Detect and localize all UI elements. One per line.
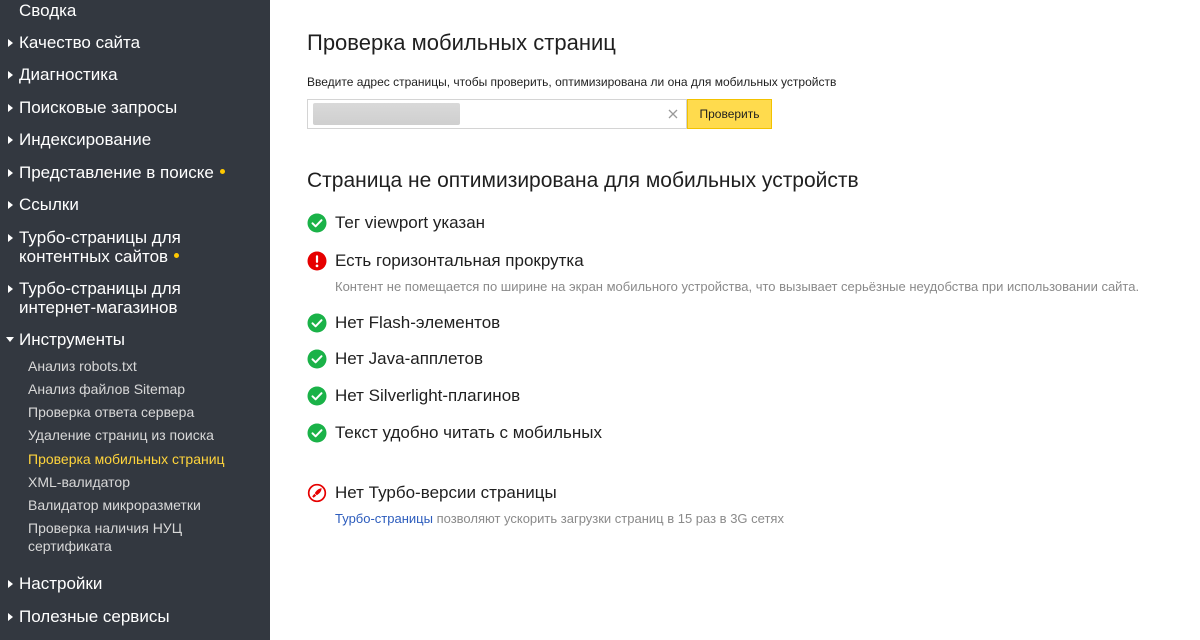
check-label: Текст удобно читать с мобильных (335, 423, 603, 442)
result-title: Страница не оптимизирована для мобильных… (307, 169, 859, 192)
turbo-pages-link[interactable]: Турбо-страницы (335, 511, 433, 526)
url-input[interactable] (312, 103, 662, 125)
sidebar-item-label: Качество сайта (19, 33, 141, 52)
sidebar-item-indexing[interactable]: Индексирование (0, 130, 270, 149)
sidebar-subitem-label-line2: сертификата (28, 538, 112, 554)
sidebar-item-label-line1: Турбо-страницы для (19, 279, 181, 298)
check-label: Тег viewport указан (335, 213, 486, 232)
sidebar-item-settings[interactable]: Настройки (0, 574, 270, 593)
check-circle-icon (307, 386, 327, 406)
sidebar-item-search-appearance[interactable]: Представление в поиске (0, 163, 270, 182)
check-circle-icon (307, 313, 327, 333)
sidebar-item-label-line2: контентных сайтов (19, 247, 169, 266)
check-label: Нет Flash-элементов (335, 313, 501, 332)
notification-dot (174, 253, 180, 259)
sidebar-item-useful-services[interactable]: Полезные сервисы (0, 607, 270, 626)
chevron-right-icon (8, 201, 13, 209)
check-button[interactable]: Проверить (687, 99, 772, 129)
clear-icon[interactable] (665, 106, 681, 122)
turbo-description-text: позволяют ускорить загрузки страниц в 15… (432, 511, 784, 526)
chevron-right-icon (8, 39, 13, 47)
sidebar-item-label: Представление в поиске (19, 163, 214, 182)
sidebar-item-site-quality[interactable]: Качество сайта (0, 33, 270, 52)
chevron-right-icon (8, 285, 13, 293)
sidebar-subitem-label-line1: Проверка наличия НУЦ (28, 520, 183, 536)
sidebar-item-links[interactable]: Ссылки (0, 195, 270, 214)
sidebar-item-label: Поисковые запросы (19, 98, 178, 117)
check-label: Нет Silverlight-плагинов (335, 386, 521, 405)
url-field[interactable] (307, 99, 687, 129)
turbo-description: Турбо-страницы позволяют ускорить загруз… (335, 511, 784, 526)
check-circle-icon (307, 349, 327, 369)
chevron-right-icon (8, 169, 13, 177)
chevron-right-icon (8, 234, 13, 242)
sidebar-item-summary[interactable]: Сводка (0, 1, 270, 20)
chevron-down-icon (6, 337, 14, 342)
sidebar-subitem-markup-validator[interactable]: Валидатор микроразметки (28, 496, 258, 514)
notification-dot (219, 169, 225, 175)
chevron-right-icon (8, 613, 13, 621)
chevron-right-icon (8, 71, 13, 79)
chevron-right-icon (8, 580, 13, 588)
sidebar-item-label-line2: интернет-магазинов (19, 298, 178, 317)
check-label: Нет Java-апплетов (335, 349, 484, 368)
main-content: Проверка мобильных страниц Введите адрес… (270, 0, 1200, 640)
sidebar-item-tools[interactable]: Инструменты (0, 330, 270, 349)
check-description: Контент не помещается по ширине на экран… (335, 279, 1140, 294)
check-label: Нет Турбо-версии страницы (335, 483, 557, 502)
sidebar-subitem-nuc-certificate[interactable]: Проверка наличия НУЦ сертификата (28, 519, 258, 555)
sidebar-subitem-remove-pages[interactable]: Удаление страниц из поиска (28, 426, 258, 444)
chevron-right-icon (8, 136, 13, 144)
sidebar-subitem-server-response[interactable]: Проверка ответа сервера (28, 403, 258, 421)
sidebar: Сводка Качество сайта Диагностика Поиско… (0, 0, 270, 640)
sidebar-subitem-sitemap-analysis[interactable]: Анализ файлов Sitemap (28, 380, 258, 398)
page-title: Проверка мобильных страниц (307, 30, 616, 55)
sidebar-item-turbo-content[interactable]: Турбо-страницы для контентных сайтов (0, 228, 270, 266)
sidebar-item-turbo-shops[interactable]: Турбо-страницы для интернет-магазинов (0, 279, 270, 317)
sidebar-item-diagnostics[interactable]: Диагностика (0, 65, 270, 84)
sidebar-item-label: Настройки (19, 574, 103, 593)
sidebar-subitem-xml-validator[interactable]: XML-валидатор (28, 473, 258, 491)
url-hint-label: Введите адрес страницы, чтобы проверить,… (307, 75, 837, 89)
sidebar-item-label: Полезные сервисы (19, 607, 170, 626)
rocket-icon (307, 483, 327, 503)
sidebar-item-label: Индексирование (19, 130, 152, 149)
check-label: Есть горизонтальная прокрутка (335, 251, 584, 270)
sidebar-subitem-mobile-check[interactable]: Проверка мобильных страниц (28, 450, 258, 468)
exclamation-circle-icon (307, 251, 327, 271)
sidebar-item-label-line1: Турбо-страницы для (19, 228, 181, 247)
sidebar-item-label: Инструменты (19, 330, 126, 349)
sidebar-item-label: Диагностика (19, 65, 118, 84)
sidebar-subitem-robots-analysis[interactable]: Анализ robots.txt (28, 357, 258, 375)
check-circle-icon (307, 213, 327, 233)
sidebar-item-label: Сводка (19, 1, 77, 20)
sidebar-item-label: Ссылки (19, 195, 79, 214)
check-circle-icon (307, 423, 327, 443)
sidebar-item-search-queries[interactable]: Поисковые запросы (0, 98, 270, 117)
chevron-right-icon (8, 104, 13, 112)
